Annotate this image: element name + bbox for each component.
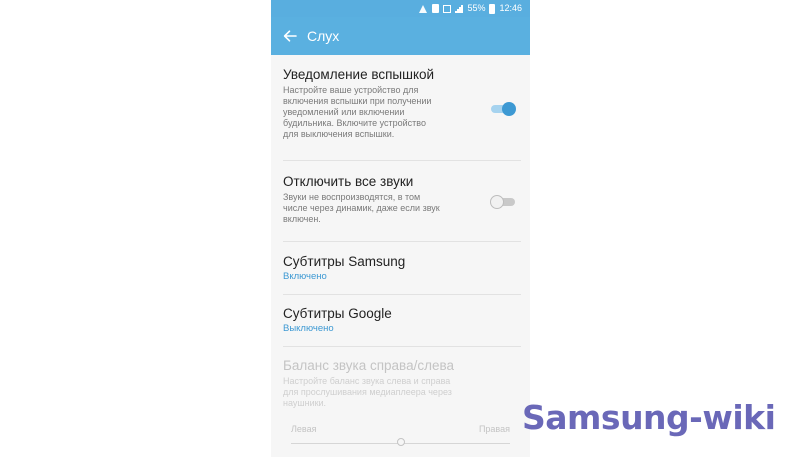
status-bar: 55% 12:46 bbox=[271, 0, 530, 17]
wifi-icon bbox=[419, 4, 428, 13]
divider bbox=[283, 294, 521, 295]
setting-google-subtitles[interactable]: Субтитры Google Выключено bbox=[271, 305, 530, 335]
setting-description: Звуки не воспроизводятся, в том числе че… bbox=[283, 192, 493, 225]
description-line: уведомлений или включении bbox=[283, 107, 405, 117]
setting-title: Баланс звука справа/слева bbox=[283, 358, 455, 373]
app-bar: Слух bbox=[271, 17, 530, 55]
setting-description: Настройте ваше устройство для включения … bbox=[283, 85, 483, 140]
divider bbox=[283, 241, 521, 242]
description-line: Настройте баланс звука слева и справа bbox=[283, 376, 451, 386]
description-line: включения вспышки при получении bbox=[283, 96, 432, 106]
description-line: числе через динамик, даже если звук bbox=[283, 203, 440, 213]
setting-status: Выключено bbox=[283, 323, 334, 334]
divider bbox=[283, 346, 521, 347]
switch-thumb bbox=[490, 195, 504, 209]
setting-sound-balance: Баланс звука справа/слева Настройте бала… bbox=[271, 357, 530, 409]
balance-left-label: Левая bbox=[291, 424, 317, 434]
screenshot: 55% 12:46 Слух Уведомление вспышкой Наст… bbox=[0, 0, 800, 457]
battery-icon bbox=[489, 3, 496, 14]
setting-title: Отключить все звуки bbox=[283, 174, 414, 189]
description-line: наушники. bbox=[283, 398, 327, 408]
notification-icon bbox=[432, 4, 440, 13]
setting-status: Включено bbox=[283, 271, 327, 282]
setting-title: Субтитры Samsung bbox=[283, 254, 406, 269]
switch-thumb bbox=[502, 102, 516, 116]
battery-percent: 55% bbox=[467, 3, 486, 13]
description-line: будильника. Включите устройство bbox=[283, 118, 426, 128]
watermark-text: Samsung-wiki bbox=[522, 398, 776, 437]
status-icons: 55% 12:46 bbox=[419, 2, 522, 15]
page-title: Слух bbox=[307, 28, 340, 44]
clock: 12:46 bbox=[499, 3, 522, 13]
nfc-icon bbox=[443, 4, 452, 13]
mute-all-switch[interactable] bbox=[490, 195, 516, 209]
divider bbox=[283, 160, 521, 161]
description-line: включен. bbox=[283, 214, 321, 224]
balance-right-label: Правая bbox=[478, 424, 510, 434]
balance-labels: Левая Правая bbox=[291, 424, 510, 434]
description-line: для выключения вспышки. bbox=[283, 129, 395, 139]
signal-icon bbox=[455, 4, 463, 13]
arrow-left-icon bbox=[283, 30, 297, 42]
setting-title: Уведомление вспышкой bbox=[283, 67, 435, 82]
phone-screen: 55% 12:46 Слух Уведомление вспышкой Наст… bbox=[271, 0, 530, 457]
setting-title: Субтитры Google bbox=[283, 306, 392, 321]
balance-slider-thumb[interactable] bbox=[396, 438, 405, 446]
description-line: Звуки не воспроизводятся, в том bbox=[283, 192, 421, 202]
description-line: для прослушивания медиаплеера через bbox=[283, 387, 452, 397]
flash-notification-switch[interactable] bbox=[490, 102, 516, 116]
setting-samsung-subtitles[interactable]: Субтитры Samsung Включено bbox=[271, 253, 530, 283]
description-line: Настройте ваше устройство для bbox=[283, 85, 419, 95]
back-button[interactable] bbox=[279, 25, 301, 47]
setting-description: Настройте баланс звука слева и справа дл… bbox=[283, 376, 520, 409]
